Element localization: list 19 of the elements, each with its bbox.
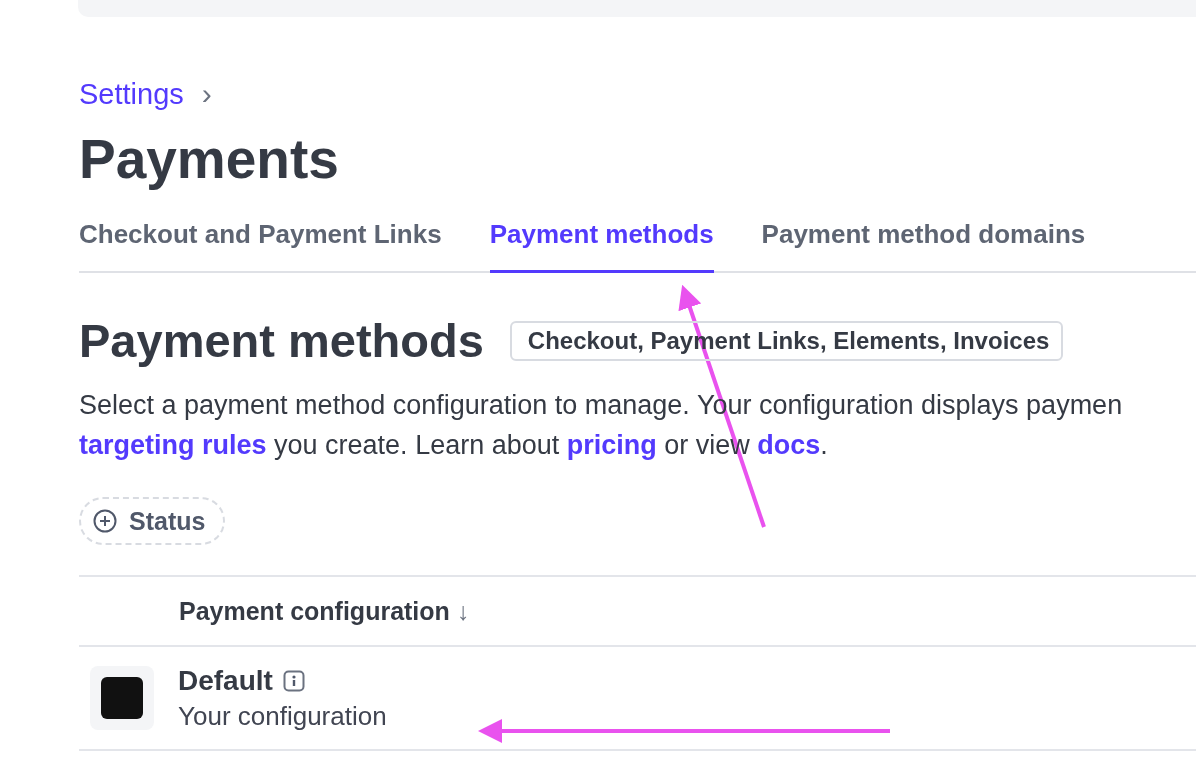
info-icon[interactable] — [282, 669, 305, 692]
configuration-subtitle: Your configuration — [178, 700, 387, 732]
logo-icon — [90, 666, 154, 730]
tab[interactable]: Checkout and Payment Links — [79, 219, 442, 273]
column-header[interactable]: Payment configuration ↓ — [179, 596, 470, 626]
breadcrumb-link[interactable]: Settings — [79, 77, 184, 111]
page-title: Payments — [79, 129, 340, 189]
description-text: you create. Learn about — [273, 430, 561, 460]
configuration-name[interactable]: Default — [178, 664, 273, 697]
text-link[interactable]: targeting rules — [79, 430, 267, 460]
tab[interactable]: Payment methods — [489, 219, 714, 273]
description-text: . — [820, 430, 828, 460]
section-heading: Payment methods — [79, 313, 484, 369]
text-link[interactable]: docs — [757, 430, 821, 460]
tab[interactable]: Payment method domains — [761, 219, 1086, 273]
add-icon — [93, 509, 117, 533]
text-link[interactable]: pricing — [566, 430, 657, 460]
status-filter-button[interactable]: Status — [79, 497, 226, 545]
chevron-icon: › — [201, 77, 212, 111]
